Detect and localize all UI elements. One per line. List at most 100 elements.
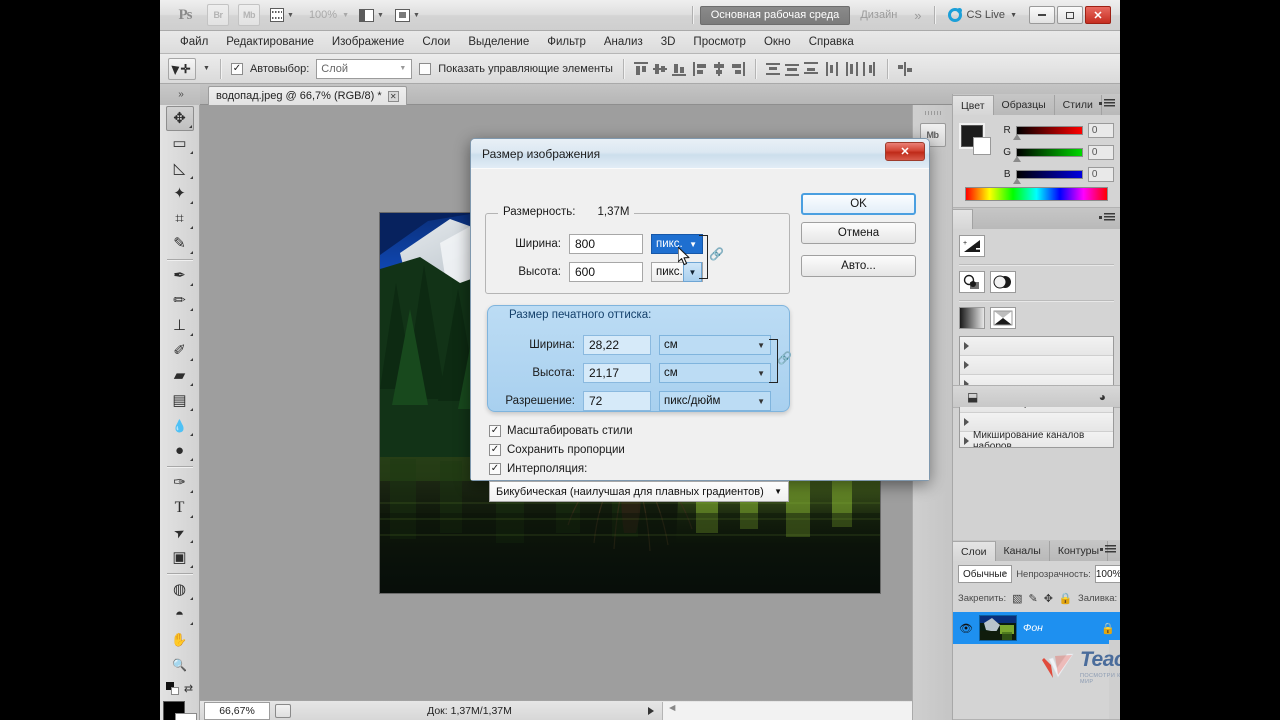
maximize-button[interactable] [1057,6,1083,24]
menu-filter[interactable]: Фильтр [538,31,595,53]
scale-styles-row[interactable]: ✓ Масштабировать стили [489,425,633,437]
close-window-button[interactable]: ✕ [1085,6,1111,24]
list-item[interactable] [960,337,1113,356]
blend-mode-select[interactable]: Обычные ▼ [958,565,1013,583]
swap-colors-icon[interactable]: ⇄ [184,682,193,695]
rotate-3d-tool[interactable]: ◍ [166,577,194,602]
tool-preset-picker[interactable]: ✛ [168,57,196,80]
align-bottom-edges-icon[interactable] [671,62,686,76]
dodge-tool[interactable]: ● [166,438,194,463]
lock-position-icon[interactable]: ✥ [1044,592,1053,605]
crop-tool[interactable]: ⌗ [166,206,194,231]
workspace-essentials-button[interactable]: Основная рабочая среда [699,5,851,25]
scale-styles-checkbox[interactable]: ✓ [489,425,501,437]
print-height-input[interactable]: 21,17 [583,363,651,383]
menu-edit[interactable]: Редактирование [217,31,323,53]
clip-to-layer-icon[interactable]: ⬓ [967,390,978,404]
close-icon[interactable]: ✕ [387,90,399,102]
curves-icon[interactable] [990,271,1016,293]
pixel-height-input[interactable]: 600 [569,262,643,282]
align-right-edges-icon[interactable] [731,61,745,76]
clone-stamp-tool[interactable]: ⊥ [166,313,194,338]
layer-name[interactable]: Фон [1023,622,1043,634]
zoom-tool[interactable]: 🔍 [166,652,194,677]
zoom-level-dropdown[interactable]: 100% ▼ [309,9,349,21]
distribute-right-edges-icon[interactable] [862,61,877,76]
healing-brush-tool[interactable]: ✒ [166,263,194,288]
resample-row[interactable]: ✓ Интерполяция: [489,463,587,475]
constrain-proportions-checkbox[interactable]: ✓ [489,444,501,456]
constrain-proportions-row[interactable]: ✓ Сохранить пропорции [489,444,625,456]
tab-adjustments[interactable] [953,209,973,229]
menu-layers[interactable]: Слои [413,31,459,53]
print-width-unit-select[interactable]: см ▼ [659,335,771,355]
cs-live-button[interactable]: CS Live ▼ [942,8,1023,22]
distribute-top-edges-icon[interactable] [765,62,780,76]
pen-tool[interactable]: ✑ [166,470,194,495]
show-transform-controls-checkbox[interactable] [419,62,432,75]
expand-panels-button[interactable]: » [160,84,200,105]
orbit-3d-tool[interactable]: ◓ [166,602,194,627]
tab-swatches[interactable]: Образцы [994,95,1055,115]
lasso-tool[interactable]: ◺ [166,156,194,181]
auto-button[interactable]: Авто... [801,255,916,277]
color-swatches[interactable] [162,701,197,720]
green-value[interactable]: 0 [1087,144,1115,160]
mini-bridge-icon[interactable]: Mb [238,4,260,26]
cancel-button[interactable]: Отмена [801,222,916,244]
tab-layers[interactable]: Слои [953,541,996,561]
dialog-title-bar[interactable]: Размер изображения ✕ [471,139,929,168]
workspace-design-button[interactable]: Дизайн [850,9,907,21]
menu-3d[interactable]: 3D [652,31,685,53]
tab-styles[interactable]: Стили [1055,95,1102,115]
minimize-button[interactable] [1029,6,1055,24]
menu-help[interactable]: Справка [800,31,863,53]
menu-analysis[interactable]: Анализ [595,31,652,53]
resolution-unit-select[interactable]: пикс/дюйм ▼ [659,391,771,411]
brightness-contrast-icon[interactable]: + [959,235,985,257]
view-extras-button[interactable]: ▼ [269,4,295,26]
layer-thumbnail[interactable] [979,615,1017,641]
pixel-width-unit-select[interactable]: пикс. ▼ [651,234,703,254]
distribute-bottom-edges-icon[interactable] [803,61,818,76]
resolution-input[interactable]: 72 [583,391,651,411]
shape-tool[interactable]: ▣ [166,545,194,570]
distribute-vertical-centers-icon[interactable] [784,62,799,76]
panel-menu-icon[interactable] [1099,99,1115,107]
tab-color[interactable]: Цвет [953,95,994,115]
default-colors-icon[interactable] [165,682,179,695]
arrange-documents-button[interactable]: ▼ [394,4,421,26]
marquee-tool[interactable]: ▭ [166,131,194,156]
workspace-more-icon[interactable]: » [907,8,926,23]
blur-tool[interactable]: 💧 [166,413,194,438]
lock-all-icon[interactable]: 🔒 [1059,592,1073,605]
gradient-map-icon[interactable] [959,307,985,329]
align-horizontal-centers-icon[interactable] [712,61,726,76]
menu-file[interactable]: Файл [171,31,217,53]
blue-slider[interactable] [1013,169,1083,184]
background-color-swatch[interactable] [973,137,991,155]
tab-channels[interactable]: Каналы [996,541,1050,561]
color-panel-swatches[interactable] [959,123,991,155]
green-slider[interactable] [1013,147,1083,162]
distribute-left-edges-icon[interactable] [825,61,839,76]
screen-mode-button[interactable]: ▼ [358,4,385,26]
status-zoom-field[interactable]: 66,67% [204,701,270,720]
align-vertical-centers-icon[interactable] [652,62,667,76]
autoselect-checkbox[interactable]: ✓ [230,62,243,75]
layer-row-background[interactable]: 👁 Фон 🔒 [953,612,1121,644]
red-slider[interactable] [1013,125,1083,140]
interpolation-select[interactable]: Бикубическая (наилучшая для плавных град… [489,481,789,502]
menu-select[interactable]: Выделение [459,31,538,53]
status-mode-icon[interactable] [275,703,291,718]
background-color-swatch[interactable] [174,713,197,720]
print-height-unit-select[interactable]: см ▼ [659,363,771,383]
menu-window[interactable]: Окно [755,31,800,53]
autoselect-target-select[interactable]: Слой ▼ [316,58,413,79]
resample-checkbox[interactable]: ✓ [489,463,501,475]
list-item[interactable]: Микширование каналов наборов [960,430,1113,447]
lock-transparent-pixels-icon[interactable]: ▧ [1012,592,1022,605]
print-width-input[interactable]: 28,22 [583,335,651,355]
panel-grip[interactable] [924,111,941,115]
document-tab[interactable]: водопад.jpeg @ 66,7% (RGB/8) * ✕ [208,86,407,105]
